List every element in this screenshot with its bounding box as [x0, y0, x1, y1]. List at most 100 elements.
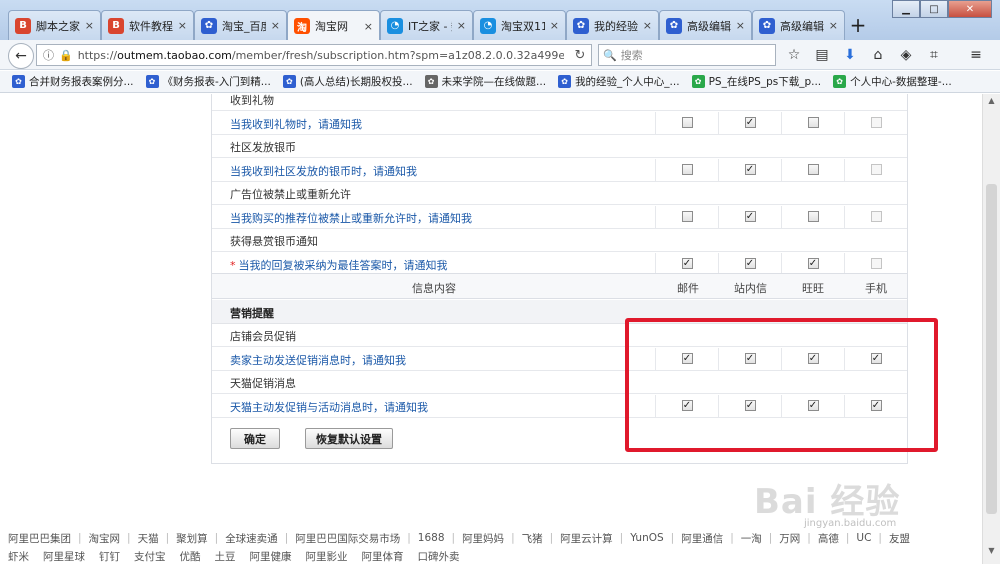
footer-link[interactable]: 阿里妈妈: [462, 531, 504, 546]
footer-link[interactable]: UC: [856, 532, 871, 544]
footer-link[interactable]: 一淘: [741, 531, 762, 546]
screenshot-icon[interactable]: ⌗: [924, 45, 944, 65]
footer-link[interactable]: 阿里健康: [250, 549, 292, 564]
checkbox-email[interactable]: [681, 117, 693, 128]
confirm-button[interactable]: 确定: [230, 428, 280, 449]
footer-link[interactable]: 阿里星球: [43, 549, 85, 564]
browser-tab[interactable]: ◔ IT之家 - 数码 ×: [380, 10, 473, 40]
footer-link[interactable]: 万网: [779, 531, 800, 546]
footer-link[interactable]: 土豆: [215, 549, 236, 564]
footer-link[interactable]: 飞猪: [522, 531, 543, 546]
browser-tab[interactable]: ✿ 高级编辑器_ ×: [752, 10, 845, 40]
checkbox-wangwang[interactable]: [807, 211, 819, 222]
info-icon[interactable]: ⓘ: [43, 47, 54, 63]
bookmark-item[interactable]: ✿ 未来学院—在线做题...: [424, 74, 546, 89]
baidu-paw-icon: ✿: [201, 17, 217, 34]
footer-link[interactable]: 口碑外卖: [418, 549, 460, 564]
browser-tab[interactable]: ✿ 高级编辑器_ ×: [659, 10, 752, 40]
footer-link[interactable]: 友盟: [889, 531, 910, 546]
footer-link[interactable]: 阿里影业: [306, 549, 348, 564]
footer-link[interactable]: 虾米: [8, 549, 29, 564]
checkbox-site-message[interactable]: ✓: [744, 117, 756, 128]
address-bar[interactable]: ⓘ 🔒 https://outmem.taobao.com/member/fre…: [36, 44, 592, 66]
footer-link[interactable]: 全球速卖通: [225, 531, 278, 546]
reset-default-button[interactable]: 恢复默认设置: [305, 428, 393, 449]
footer-link[interactable]: 钉钉: [99, 549, 120, 564]
checkbox-cell-mobile: [844, 205, 907, 228]
tab-strip: B 脚本之家_ww × B 软件教程 - 脚 × ✿ 淘宝_百度搜 × 淘淘宝网 × ◔ IT之家 - …: [8, 10, 871, 41]
search-box[interactable]: 🔍 搜索: [598, 44, 776, 66]
reading-list-icon[interactable]: ▤: [812, 45, 832, 65]
checkbox-cell-wangwang: [781, 158, 844, 181]
tab-close-icon[interactable]: ×: [829, 19, 838, 32]
maximize-icon[interactable]: □: [920, 0, 948, 18]
pocket-icon[interactable]: ◈: [896, 45, 916, 65]
bookmark-item[interactable]: ✿ 个人中心-数据整理-...: [833, 74, 952, 89]
footer-link[interactable]: 阿里云计算: [560, 531, 613, 546]
footer-link[interactable]: 1688: [418, 532, 445, 544]
close-window-icon[interactable]: ✕: [948, 0, 992, 18]
bookmark-item[interactable]: ✿ 合并财务报表案例分...: [12, 74, 134, 89]
minimize-icon[interactable]: ▁: [892, 0, 920, 18]
scrollbar-thumb[interactable]: [986, 184, 997, 514]
browser-titlebar: B 脚本之家_ww × B 软件教程 - 脚 × ✿ 淘宝_百度搜 × 淘淘宝网 × ◔ IT之家 - …: [0, 0, 1000, 41]
tab-close-icon[interactable]: ×: [550, 19, 559, 32]
checkbox-site-message[interactable]: ✓: [744, 258, 756, 269]
checkbox-site-message[interactable]: ✓: [744, 164, 756, 175]
vertical-scrollbar[interactable]: ▲ ▼: [982, 94, 1000, 564]
bookmark-item[interactable]: ✿ 《财务报表-入门到精...: [145, 74, 271, 89]
footer-link[interactable]: YunOS: [630, 532, 663, 544]
reload-icon[interactable]: ↻: [569, 48, 591, 63]
tab-close-icon[interactable]: ×: [736, 19, 745, 32]
browser-tab[interactable]: B 脚本之家_ww ×: [8, 10, 101, 40]
tab-close-icon[interactable]: ×: [643, 19, 652, 32]
url-text[interactable]: https://outmem.taobao.com/member/fresh/s…: [78, 49, 564, 62]
header-wangwang: 旺旺: [802, 282, 824, 295]
checkbox-cell-wangwang: [781, 111, 844, 134]
checkbox-wangwang[interactable]: ✓: [807, 258, 819, 269]
checkbox-cell-email: [655, 158, 718, 181]
browser-tab[interactable]: 淘淘宝网 ×: [287, 10, 380, 41]
browser-tab[interactable]: ✿ 我的经验_个人 ×: [566, 10, 659, 40]
footer-link[interactable]: 支付宝: [134, 549, 166, 564]
footer-link[interactable]: 高德: [818, 531, 839, 546]
group-heading-row: 广告位被禁止或重新允许: [212, 182, 907, 205]
checkbox-cell-site-message: ✓: [718, 205, 781, 228]
footer-link[interactable]: 阿里巴巴国际交易市场: [295, 531, 400, 546]
footer-link[interactable]: 淘宝网: [89, 531, 121, 546]
bookmark-item[interactable]: ✿ PS_在线PS_ps下载_p...: [691, 74, 821, 89]
checkbox-wangwang[interactable]: [807, 117, 819, 128]
footer-link[interactable]: 聚划算: [176, 531, 208, 546]
checkbox-wangwang[interactable]: [807, 164, 819, 175]
scroll-up-icon[interactable]: ▲: [983, 96, 1000, 112]
checkbox-site-message[interactable]: ✓: [744, 211, 756, 222]
menu-icon[interactable]: ≡: [966, 45, 986, 65]
new-tab-icon[interactable]: +: [845, 10, 871, 40]
footer-separator: |: [807, 532, 811, 544]
footer-link[interactable]: 阿里巴巴集团: [8, 531, 71, 546]
bookmark-star-icon[interactable]: ☆: [784, 45, 804, 65]
tab-close-icon[interactable]: ×: [457, 19, 466, 32]
bookmark-item[interactable]: ✿ (高人总结)长期股权投...: [282, 74, 413, 89]
browser-tab[interactable]: ◔ 淘宝双11促销 ×: [473, 10, 566, 40]
tab-close-icon[interactable]: ×: [85, 19, 94, 32]
tab-close-icon[interactable]: ×: [364, 20, 373, 33]
checkbox-email[interactable]: [681, 164, 693, 175]
checkbox-cell-site-message: ✓: [718, 252, 781, 275]
tab-close-icon[interactable]: ×: [178, 19, 187, 32]
browser-tab[interactable]: B 软件教程 - 脚 ×: [101, 10, 194, 40]
bookmark-item[interactable]: ✿ 我的经验_个人中心_...: [558, 74, 680, 89]
back-button[interactable]: ←: [8, 43, 34, 69]
checkbox-email[interactable]: ✓: [681, 258, 693, 269]
browser-tab[interactable]: ✿ 淘宝_百度搜 ×: [194, 10, 287, 40]
footer-link[interactable]: 阿里体育: [362, 549, 404, 564]
ithome-icon: ◔: [480, 17, 496, 34]
footer-link[interactable]: 天猫: [138, 531, 159, 546]
scroll-down-icon[interactable]: ▼: [983, 546, 1000, 562]
download-icon[interactable]: ⬇: [840, 45, 860, 65]
home-icon[interactable]: ⌂: [868, 45, 888, 65]
checkbox-email[interactable]: [681, 211, 693, 222]
footer-link[interactable]: 阿里通信: [681, 531, 723, 546]
tab-close-icon[interactable]: ×: [271, 19, 280, 32]
footer-link[interactable]: 优酷: [180, 549, 201, 564]
